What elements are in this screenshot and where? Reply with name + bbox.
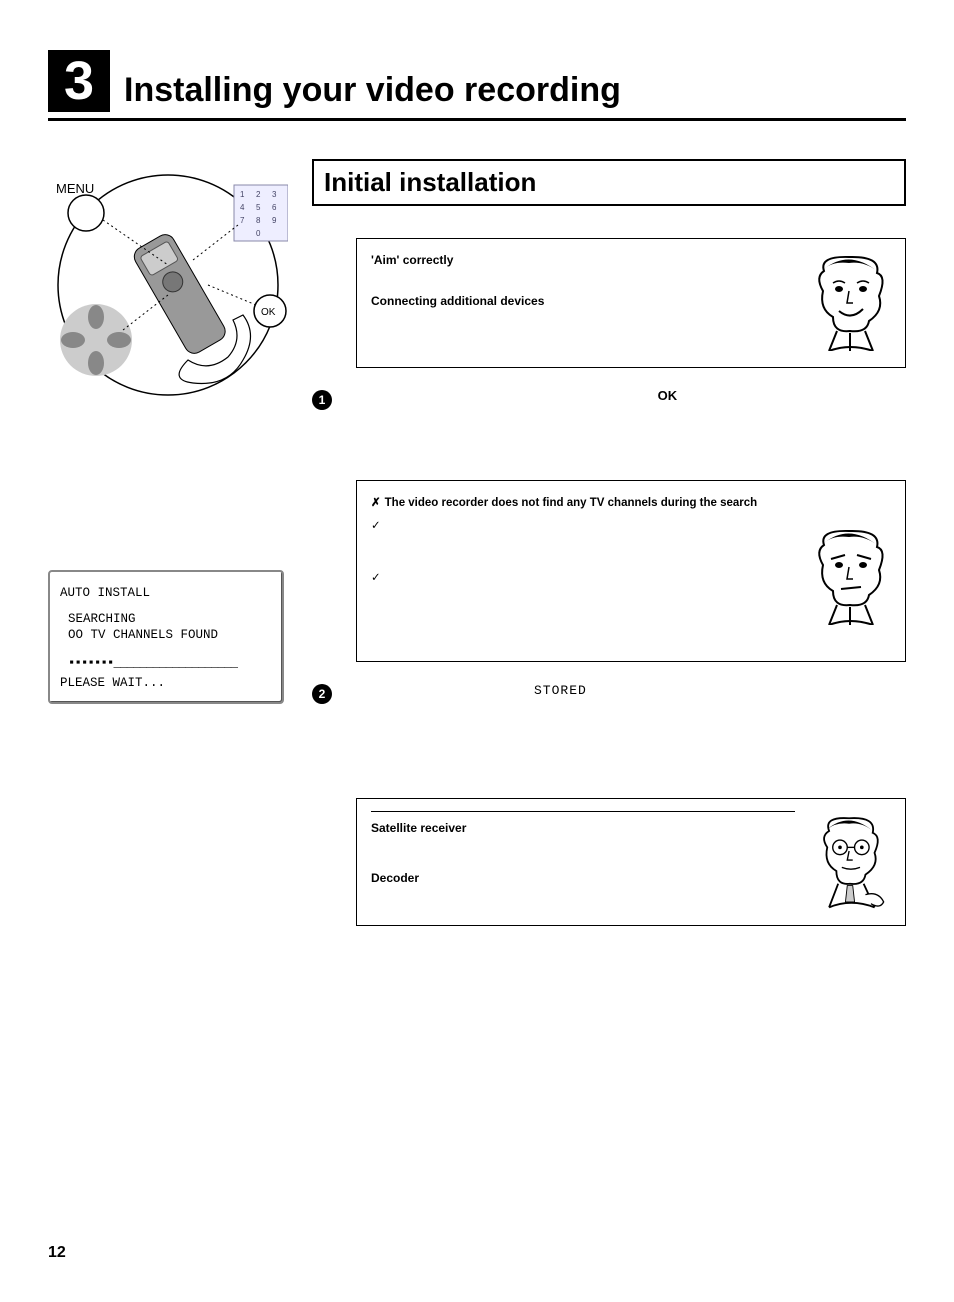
face-concerned-icon	[809, 525, 891, 625]
svg-text:2: 2	[256, 190, 261, 199]
step-1: 1 .OK	[312, 388, 906, 410]
svg-text:5: 5	[256, 203, 261, 212]
stored-label: STORED	[534, 683, 587, 698]
chapter-header: 3 Installing your video recording	[48, 50, 906, 112]
tip-heading-aim: 'Aim' correctly	[371, 251, 793, 270]
remote-illustration: MENU 1 2 3 4 5 6 7 8 9 0 OK	[48, 165, 288, 405]
svg-text:3: 3	[272, 190, 277, 199]
osd-progress-bar: ▪▪▪▪▪▪▪___________________	[60, 656, 272, 670]
svg-text:7: 7	[240, 216, 245, 225]
svg-text:6: 6	[272, 203, 277, 212]
chapter-title: Installing your video recording	[124, 71, 621, 112]
svg-text:0: 0	[256, 229, 261, 238]
osd-line-found: OO TV CHANNELS FOUND	[60, 628, 272, 642]
svg-text:9: 9	[272, 216, 277, 225]
chapter-number-box: 3	[48, 50, 110, 112]
page-number: 12	[48, 1244, 66, 1262]
face-icon	[809, 251, 891, 351]
osd-title: AUTO INSTALL	[60, 586, 272, 600]
section-title: Initial installation	[312, 159, 906, 206]
svg-text:8: 8	[256, 216, 261, 225]
ok-label: OK	[261, 307, 276, 318]
osd-screen: AUTO INSTALL SEARCHING OO TV CHANNELS FO…	[48, 570, 284, 704]
header-rule	[48, 118, 906, 121]
info-sat-receiver: Satellite receiver	[371, 821, 466, 835]
ok-key-label: OK	[658, 388, 678, 403]
osd-wait: PLEASE WAIT...	[60, 676, 272, 690]
troubleshoot-box: ✗ The video recorder does not find any T…	[356, 480, 906, 662]
trouble-heading: The video recorder does not find any TV …	[385, 495, 758, 512]
tip-heading-connecting: Connecting additional devices	[371, 292, 793, 311]
menu-label: MENU	[56, 181, 94, 196]
check-icon: ✓	[371, 518, 383, 535]
svg-text:4: 4	[240, 203, 245, 212]
svg-text:1: 1	[240, 190, 245, 199]
step-1-bullet: 1	[312, 390, 332, 410]
step-2: 2 STORED	[312, 682, 906, 704]
step-2-bullet: 2	[312, 684, 332, 704]
check-icon: ✓	[371, 570, 383, 587]
info-decoder: Decoder	[371, 871, 419, 885]
face-glasses-icon	[809, 811, 891, 911]
osd-line-searching: SEARCHING	[60, 612, 272, 626]
tip-box-aim: 'Aim' correctly Connecting additional de…	[356, 238, 906, 368]
info-box: Satellite receiver Decoder	[356, 798, 906, 926]
